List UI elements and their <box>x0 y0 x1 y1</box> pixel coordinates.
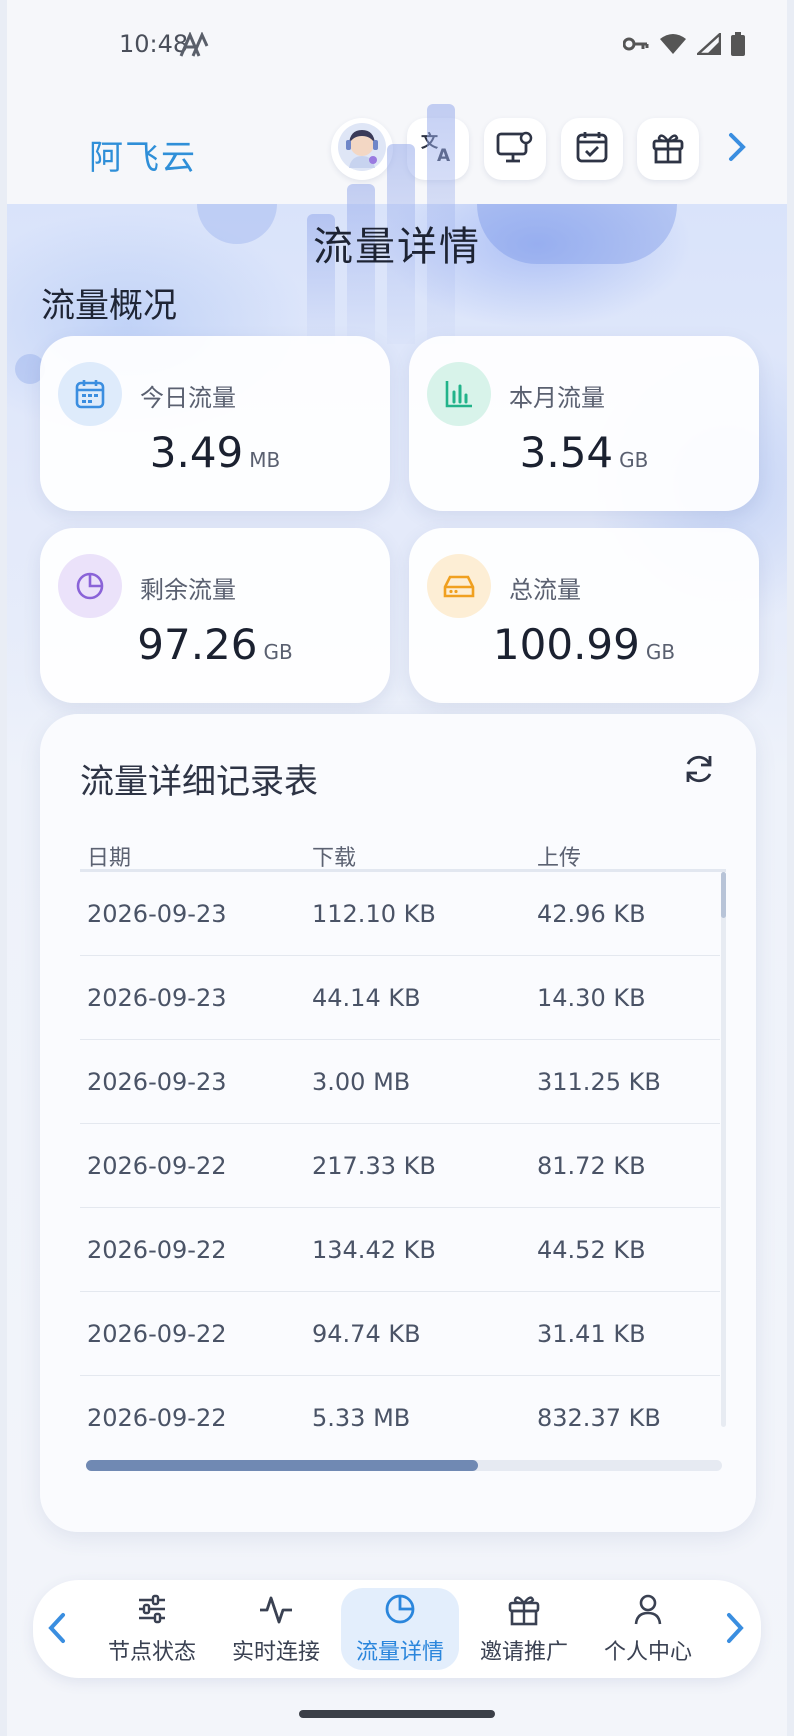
remaining-traffic-card: 剩余流量 97.26 GB <box>40 528 390 703</box>
nav-label: 节点状态 <box>107 1640 196 1665</box>
table-row: 2026-09-22 134.42 KB 44.52 KB <box>80 1208 720 1292</box>
cell-date: 2026-09-23 <box>87 984 227 1012</box>
today-traffic-card: 今日流量 3.49 MB <box>40 336 390 511</box>
card-value: 3.54 GB <box>519 428 649 477</box>
home-indicator[interactable] <box>299 1710 495 1718</box>
traffic-records-card: 流量详细记录表 日期 下载 上传 2026-09-23 112.10 KB 42… <box>40 714 756 1532</box>
wifi-icon <box>659 33 687 59</box>
nav-label: 流量详情 <box>355 1640 444 1665</box>
monitor-settings-icon <box>496 130 534 168</box>
status-bar: 10:48 <box>7 0 787 92</box>
nav-label: 个人中心 <box>603 1640 692 1665</box>
nav-label: 邀请推广 <box>479 1640 568 1665</box>
table-row: 2026-09-22 5.33 MB 832.37 KB <box>80 1376 720 1460</box>
vertical-scroll-thumb[interactable] <box>721 872 726 918</box>
cell-date: 2026-09-22 <box>87 1320 227 1348</box>
card-value: 97.26 GB <box>137 620 293 669</box>
cell-upload: 311.25 KB <box>537 1068 661 1096</box>
status-icons <box>622 31 745 60</box>
card-value: 3.49 MB <box>149 428 281 477</box>
vertical-scrollbar[interactable] <box>721 872 726 1427</box>
column-header-download: 下载 <box>312 846 357 871</box>
nav-scroll-right-icon[interactable] <box>725 1612 745 1648</box>
cell-date: 2026-09-22 <box>87 1404 227 1432</box>
hard-drive-icon <box>427 554 491 618</box>
cell-signal-icon <box>694 31 722 59</box>
activity-icon <box>217 1592 335 1632</box>
vpn-key-icon <box>622 36 649 56</box>
column-header-upload: 上传 <box>537 846 582 871</box>
user-icon <box>589 1592 707 1632</box>
battery-icon <box>731 32 745 60</box>
page-title: 流量详情 <box>313 224 481 270</box>
gift-icon <box>465 1592 583 1632</box>
card-label: 总流量 <box>509 576 581 604</box>
header-scroll-right-icon[interactable] <box>727 132 747 166</box>
records-title: 流量详细记录表 <box>80 762 318 802</box>
nav-item-node-status[interactable]: 节点状态 <box>93 1588 211 1670</box>
device-settings-button[interactable] <box>484 118 546 180</box>
app-notification-icon <box>179 31 209 62</box>
cell-date: 2026-09-22 <box>87 1152 227 1180</box>
nav-item-invite[interactable]: 邀请推广 <box>465 1588 583 1670</box>
total-traffic-card: 总流量 100.99 GB <box>409 528 759 703</box>
calendar-check-icon <box>575 130 609 168</box>
nav-label: 实时连接 <box>231 1640 320 1665</box>
horizontal-scroll-thumb[interactable] <box>86 1460 478 1471</box>
brand-title[interactable]: 阿飞云 <box>89 130 197 179</box>
card-label: 今日流量 <box>140 384 236 412</box>
nav-item-profile[interactable]: 个人中心 <box>589 1588 707 1670</box>
nav-item-realtime-connections[interactable]: 实时连接 <box>217 1588 335 1670</box>
checkin-button[interactable] <box>561 118 623 180</box>
nav-item-traffic-details[interactable]: 流量详情 <box>341 1588 459 1670</box>
column-header-date: 日期 <box>87 846 132 871</box>
pie-chart-icon <box>341 1592 459 1632</box>
avatar <box>337 122 387 176</box>
horizontal-scrollbar[interactable] <box>86 1460 722 1471</box>
table-row: 2026-09-22 217.33 KB 81.72 KB <box>80 1124 720 1208</box>
cell-upload: 14.30 KB <box>537 984 646 1012</box>
cell-download: 3.00 MB <box>312 1068 411 1096</box>
cell-upload: 31.41 KB <box>537 1320 646 1348</box>
month-traffic-card: 本月流量 3.54 GB <box>409 336 759 511</box>
cell-date: 2026-09-22 <box>87 1236 227 1264</box>
cell-upload: 44.52 KB <box>537 1236 646 1264</box>
gift-icon <box>651 130 685 168</box>
table-row: 2026-09-23 112.10 KB 42.96 KB <box>80 872 720 956</box>
card-value: 100.99 GB <box>492 620 676 669</box>
cell-date: 2026-09-23 <box>87 1068 227 1096</box>
pie-chart-icon <box>58 554 122 618</box>
status-time: 10:48 <box>119 30 189 58</box>
bottom-navigation: 节点状态 实时连接 流量详情 邀请推广 个人中心 <box>33 1580 761 1678</box>
cell-date: 2026-09-23 <box>87 900 227 928</box>
cell-download: 94.74 KB <box>312 1320 421 1348</box>
calendar-icon <box>58 362 122 426</box>
cell-download: 5.33 MB <box>312 1404 411 1432</box>
overview-section-title: 流量概况 <box>41 286 177 326</box>
cell-upload: 832.37 KB <box>537 1404 661 1432</box>
cell-download: 217.33 KB <box>312 1152 436 1180</box>
cell-upload: 42.96 KB <box>537 900 646 928</box>
table-row: 2026-09-23 44.14 KB 14.30 KB <box>80 956 720 1040</box>
gift-button[interactable] <box>637 118 699 180</box>
cell-upload: 81.72 KB <box>537 1152 646 1180</box>
card-label: 本月流量 <box>509 384 605 412</box>
cell-download: 44.14 KB <box>312 984 421 1012</box>
nav-scroll-left-icon[interactable] <box>47 1612 67 1648</box>
cell-download: 112.10 KB <box>312 900 436 928</box>
sliders-icon <box>93 1592 211 1632</box>
refresh-icon[interactable] <box>682 752 716 790</box>
card-label: 剩余流量 <box>140 576 236 604</box>
avatar-button[interactable] <box>331 118 393 180</box>
table-row: 2026-09-22 94.74 KB 31.41 KB <box>80 1292 720 1376</box>
bar-chart-icon <box>427 362 491 426</box>
cell-download: 134.42 KB <box>312 1236 436 1264</box>
app-screen: 10:48 阿飞云 流量详情 流量概况 今日流量 3.49 MB 本月流量 3.… <box>7 0 787 1736</box>
table-row: 2026-09-23 3.00 MB 311.25 KB <box>80 1040 720 1124</box>
